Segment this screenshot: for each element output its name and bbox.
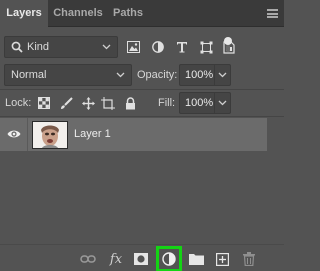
lock-transparent-pixels-icon[interactable] [36,94,52,112]
lock-artboard-icon[interactable] [100,94,116,112]
trash-icon[interactable] [239,249,259,269]
eye-separator [27,118,28,151]
lock-label: Lock: [5,97,32,109]
link-layers-icon[interactable] [78,249,98,269]
filter-kind-select[interactable]: Kind [4,36,118,58]
chevron-down-icon [116,72,125,78]
lock-position-icon[interactable] [80,94,96,112]
fill-dropdown-button[interactable] [215,92,231,114]
filter-toggle-track [226,45,230,52]
opacity-label: Opacity: [137,69,178,81]
panel-bottom-toolbar: fx [0,244,284,271]
fill-input[interactable]: 100% [179,92,215,114]
layer-list: Layer 1 [0,118,284,242]
layer-mask-icon[interactable] [131,249,151,269]
opacity-dropdown-button[interactable] [215,64,231,86]
divider [0,116,284,117]
adjustment-filter-icon[interactable] [149,37,167,57]
shape-filter-icon[interactable] [197,37,215,57]
opacity-input[interactable]: 100% [179,64,215,86]
layer-style-icon[interactable]: fx [106,249,126,269]
layer-row[interactable]: Layer 1 [0,118,267,151]
adjustment-layer-icon[interactable] [156,246,182,271]
blend-mode-select[interactable]: Normal [4,64,132,86]
chevron-down-icon [218,100,227,106]
lock-image-pixels-icon[interactable] [58,94,74,112]
layer-name[interactable]: Layer 1 [74,128,111,140]
filter-toggle-icon[interactable] [224,37,232,45]
lock-row: Lock: Fill: 100% [0,92,284,114]
panel-tab-bar: Layers Channels Paths [0,0,284,28]
filter-kind-label: Kind [27,41,50,53]
fill-label: Fill: [158,97,176,109]
visibility-eye-icon[interactable] [7,128,21,140]
tab-paths[interactable]: Paths [110,0,146,27]
tab-channels[interactable]: Channels [50,0,106,27]
layer-thumbnail [32,121,68,149]
blend-row: Normal Opacity: 100% [0,63,284,87]
divider [0,89,284,90]
panel-menu-icon[interactable] [267,9,278,18]
chevron-down-icon [102,44,111,50]
layer-filter-row: Kind [0,34,284,60]
tab-layers[interactable]: Layers [0,0,48,28]
search-icon [11,41,23,53]
blend-mode-value: Normal [11,69,47,81]
layers-panel: Layers Channels Paths Kind Normal Opacit… [0,0,284,271]
new-layer-icon[interactable] [212,249,232,269]
chevron-down-icon [218,72,227,78]
pixel-filter-icon[interactable] [124,37,142,57]
lock-all-icon[interactable] [122,94,138,112]
group-folder-icon[interactable] [186,249,206,269]
type-filter-icon[interactable] [173,37,191,57]
